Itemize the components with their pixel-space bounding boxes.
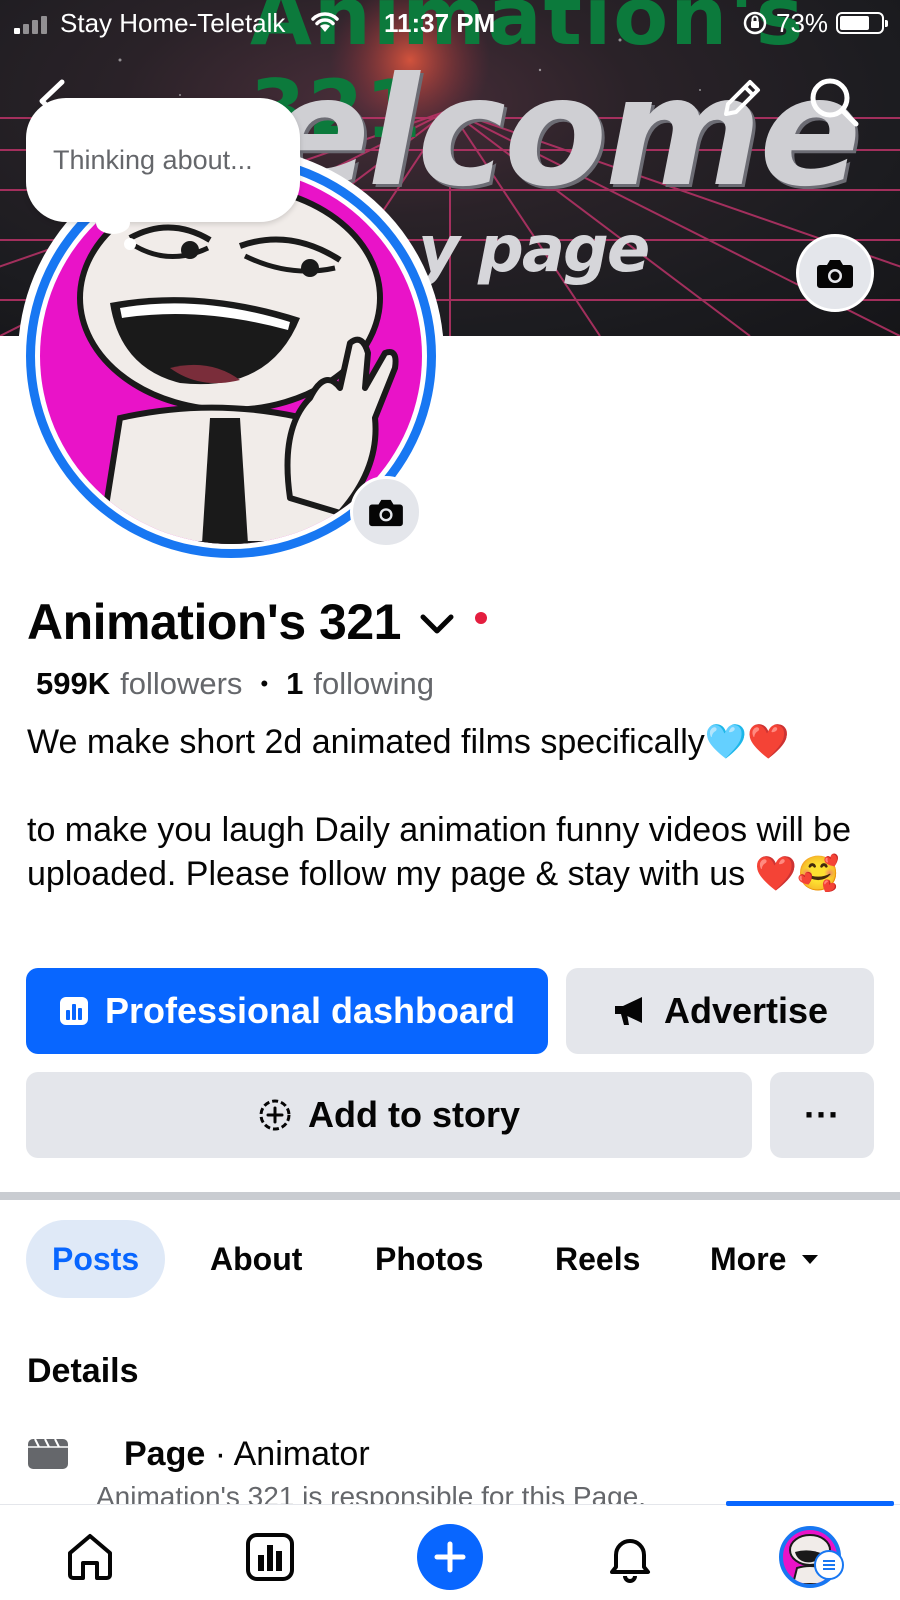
cover-subline: y page (418, 213, 650, 287)
camera-icon (817, 260, 853, 288)
battery-icon (836, 12, 888, 34)
following-label[interactable]: following (313, 666, 434, 702)
dashboard-icon (246, 1533, 294, 1581)
thought-bubble-text: Thinking about... (53, 144, 253, 175)
wifi-icon (311, 12, 339, 32)
nav-notifications[interactable] (592, 1519, 668, 1595)
megaphone-icon (614, 997, 642, 1025)
advertise-button[interactable]: Advertise (566, 968, 874, 1054)
edit-cover-camera-button[interactable] (796, 234, 874, 312)
signal-icon (14, 12, 54, 34)
details-heading: Details (27, 1352, 139, 1390)
follow-stats: 599K followers • 1 following (36, 666, 434, 702)
stats-separator: • (260, 671, 269, 696)
detail-category-row: Page · Animator (27, 1432, 370, 1476)
add-to-story-label: Add to story (308, 1094, 520, 1135)
section-divider (0, 1192, 900, 1200)
search-icon[interactable] (806, 74, 862, 130)
profile-tabs: Posts About Photos Reels More (26, 1220, 819, 1298)
detail-category-value: Animator (233, 1434, 370, 1473)
dashboard-chart-icon (59, 997, 88, 1025)
tab-reels[interactable]: Reels (555, 1220, 640, 1298)
thought-bubble-tail (96, 212, 130, 234)
more-dots-icon: ··· (804, 1094, 840, 1135)
plus-icon (434, 1541, 466, 1573)
active-tab-indicator (726, 1501, 894, 1506)
menu-badge-icon (814, 1550, 844, 1580)
add-to-story-button[interactable]: Add to story (26, 1072, 752, 1158)
detail-category-sep: · (205, 1434, 234, 1473)
caret-down-icon (802, 1255, 819, 1264)
detail-responsibility-text: Animation's 321 is responsible for this … (96, 1481, 647, 1504)
add-story-icon (259, 1099, 291, 1131)
nav-dashboard[interactable] (232, 1519, 308, 1595)
notification-dot (474, 612, 487, 624)
followers-label[interactable]: followers (120, 666, 242, 702)
thought-bubble-tail-dot (124, 238, 136, 250)
nav-home[interactable] (52, 1519, 128, 1595)
nav-create[interactable] (412, 1519, 488, 1595)
more-options-button[interactable]: ··· (770, 1072, 874, 1158)
professional-dashboard-button[interactable]: Professional dashboard (26, 968, 548, 1054)
page-name-row[interactable]: Animation's 321 (27, 592, 487, 652)
clock: 11:37 PM (384, 8, 496, 38)
tab-about[interactable]: About (210, 1220, 302, 1298)
followers-count[interactable]: 599K (36, 666, 110, 702)
bio-line-1: We make short 2d animated films specific… (27, 723, 790, 761)
advertise-label: Advertise (663, 990, 829, 1031)
tab-more[interactable]: More (710, 1220, 820, 1298)
clapperboard-icon (28, 1438, 68, 1469)
tab-more-label: More (710, 1240, 787, 1277)
rotation-lock-icon (743, 11, 767, 35)
bottom-navigation (0, 1501, 900, 1600)
camera-icon (369, 499, 403, 527)
page-title: Animation's 321 (27, 594, 401, 650)
professional-dashboard-label: Professional dashboard (104, 990, 516, 1031)
home-icon (68, 1534, 112, 1580)
tab-posts[interactable]: Posts (26, 1220, 166, 1298)
create-button[interactable] (417, 1524, 483, 1590)
following-count[interactable]: 1 (286, 666, 303, 702)
tab-photos[interactable]: Photos (375, 1220, 483, 1298)
chevron-down-icon[interactable] (419, 612, 455, 636)
page-bio: We make short 2d animated films specific… (27, 720, 887, 896)
battery-percent: 73% (776, 8, 829, 38)
status-bar: Stay Home-Teletalk 11:37 PM 73% (0, 0, 900, 46)
detail-category-label: Page (124, 1434, 206, 1473)
edit-profile-picture-camera-button[interactable] (350, 476, 422, 548)
thought-bubble[interactable]: Thinking about... (26, 98, 300, 222)
edit-pencil-icon[interactable] (716, 74, 766, 124)
carrier-name: Stay Home-Teletalk (60, 8, 286, 38)
bell-icon (610, 1539, 650, 1583)
bio-line-2: to make you laugh Daily animation funny … (27, 811, 852, 893)
